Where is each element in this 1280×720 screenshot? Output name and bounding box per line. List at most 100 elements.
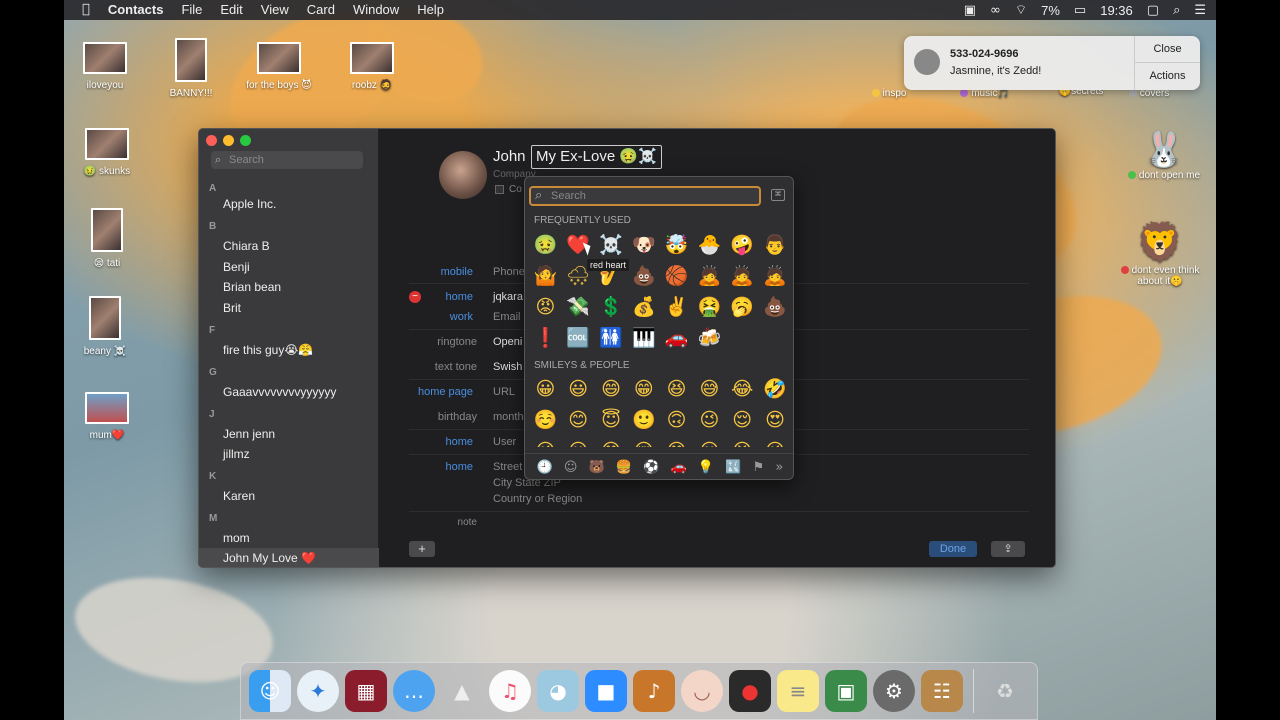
preview-icon[interactable]: ▣ (825, 670, 867, 712)
emoji-cell[interactable]: 😂 (726, 373, 759, 404)
emoji-cell[interactable]: 🙂 (627, 404, 660, 435)
emoji-cell[interactable]: 😗 (562, 435, 595, 448)
safari-icon[interactable]: ✦ (297, 670, 339, 712)
garageband-icon[interactable]: ♪ (633, 670, 675, 712)
share-button[interactable]: ⇪ (991, 541, 1025, 557)
menu-edit[interactable]: Edit (211, 0, 251, 20)
wifi-icon[interactable]: ⌔ (1015, 2, 1027, 18)
field-label-home-address[interactable]: home (373, 461, 473, 473)
contact-item[interactable]: Brit (223, 301, 241, 315)
contact-item[interactable]: Benji (223, 260, 250, 274)
emoji-cell[interactable]: ✌️ (660, 291, 693, 322)
emoji-cell[interactable]: 😋 (660, 435, 693, 448)
emoji-category-tab[interactable]: 🔣 (725, 460, 741, 475)
emoji-cell[interactable]: 😛 (693, 435, 726, 448)
contact-item[interactable]: Gaaavvvvvvvvyyyyyy (223, 385, 336, 399)
emoji-search-input[interactable]: ⌕ Search (529, 186, 761, 206)
desktop-item-for-the-boys[interactable]: for the boys 😈 (234, 42, 324, 91)
contact-item[interactable]: Karen (223, 489, 255, 503)
desktop-item-roobz[interactable]: roobz 🧔 (327, 42, 417, 91)
emoji-cell[interactable]: 🚻 (595, 322, 628, 353)
field-value-phone[interactable]: Phone (493, 266, 525, 278)
battery-icon[interactable]: ▭ (1074, 3, 1086, 18)
emoji-cell[interactable]: 😘 (529, 435, 562, 448)
emoji-cell[interactable]: 🙇 (759, 260, 792, 291)
contact-item[interactable]: mom (223, 531, 250, 545)
desktop-item-banny[interactable]: BANNY!!! (146, 38, 236, 99)
menu-file[interactable]: File (172, 0, 211, 20)
desktop-item-dont-open-me[interactable]: 🐰 dont open me (1114, 130, 1214, 181)
notification-actions-button[interactable]: Actions (1135, 63, 1200, 90)
notification-center-icon[interactable]: ☰ (1194, 3, 1206, 18)
emoji-cell[interactable]: 🆒 (562, 322, 595, 353)
emoji-cell[interactable]: 🚗 (660, 322, 693, 353)
done-button[interactable]: Done (929, 541, 977, 557)
field-label-home-user[interactable]: home (373, 436, 473, 448)
notification-close-button[interactable]: Close (1135, 36, 1200, 63)
contact-item[interactable]: Jenn jenn (223, 427, 275, 441)
trash-icon[interactable]: ♻ (984, 670, 1026, 712)
add-field-button[interactable]: + (409, 541, 435, 557)
emoji-cell[interactable]: 😅 (693, 373, 726, 404)
field-label-mobile[interactable]: mobile (373, 266, 473, 278)
emoji-cell[interactable]: 🙃 (660, 404, 693, 435)
emoji-cell[interactable]: 👨 (759, 229, 792, 260)
menu-card[interactable]: Card (298, 0, 344, 20)
photo-app-icon[interactable]: ● (729, 670, 771, 712)
stickies-icon[interactable]: ≡ (777, 670, 819, 712)
desktop-item-beany[interactable]: beany ☠️ (64, 296, 150, 357)
emoji-category-tab[interactable]: 🍔 (616, 460, 632, 475)
contact-item[interactable]: Apple Inc. (223, 197, 276, 211)
field-value-country[interactable]: Country or Region (493, 493, 582, 505)
emoji-cell[interactable]: 💩 (759, 291, 792, 322)
field-value-street[interactable]: Street (493, 461, 522, 473)
creative-cloud-icon[interactable]: ∞ (990, 3, 1001, 18)
emoji-cell[interactable]: ☺️ (529, 404, 562, 435)
desktop-item-tati[interactable]: 😪 tati (64, 208, 152, 269)
field-value-ringtone[interactable]: Openi (493, 336, 522, 348)
contact-item[interactable]: Brian bean (223, 280, 281, 294)
notification-banner[interactable]: 533-024-9696 Jasmine, it's Zedd! Close A… (904, 36, 1200, 90)
music-icon[interactable]: ♫ (489, 670, 531, 712)
emoji-cell[interactable]: 😚 (627, 435, 660, 448)
emoji-cell[interactable]: 🥱 (726, 291, 759, 322)
field-value-url[interactable]: URL (493, 386, 515, 398)
emoji-cell[interactable]: ❗ (529, 322, 562, 353)
emoji-category-tab[interactable]: 🐻 (589, 460, 605, 475)
contact-item[interactable]: jillmz (223, 447, 250, 461)
emoji-cell[interactable]: 😊 (562, 404, 595, 435)
minimize-window-button[interactable] (223, 135, 234, 146)
emoji-cell[interactable]: 🤷 (529, 260, 562, 291)
contacts-search-input[interactable]: ⌕ Search (211, 151, 363, 169)
contact-item[interactable]: fire this guy😭😤 (223, 343, 313, 357)
emoji-cell[interactable]: 😝 (726, 435, 759, 448)
emoji-cell[interactable]: 🎹 (627, 322, 660, 353)
emoji-category-tab[interactable]: » (775, 460, 783, 475)
field-label-home-email[interactable]: home (373, 291, 473, 303)
seal-app-icon[interactable]: ◕ (537, 670, 579, 712)
field-value-email[interactable]: jqkara (493, 291, 523, 303)
emoji-cell[interactable]: 😇 (595, 404, 628, 435)
contact-item[interactable]: Chiara B (223, 239, 270, 253)
emoji-cell[interactable]: 🤮 (693, 291, 726, 322)
emoji-cell[interactable]: 💸 (562, 291, 595, 322)
emoji-cell[interactable]: 💲 (595, 291, 628, 322)
finder-icon[interactable]: ☺ (249, 670, 291, 712)
field-value-user[interactable]: User (493, 436, 516, 448)
emoji-category-tab[interactable]: 💡 (698, 460, 714, 475)
emoji-cell[interactable]: 🤢 (529, 229, 562, 260)
close-window-button[interactable] (206, 135, 217, 146)
emoji-cell[interactable]: 😆 (660, 373, 693, 404)
photo-booth-icon[interactable]: ▦ (345, 670, 387, 712)
emoji-cell[interactable]: 🤣 (759, 373, 792, 404)
emoji-cell[interactable]: 😙 (595, 435, 628, 448)
field-label-home-page[interactable]: home page (373, 386, 473, 398)
emoji-cell[interactable]: 😃 (562, 373, 595, 404)
emoji-cell[interactable]: 🤯 (660, 229, 693, 260)
emoji-cell[interactable]: ☠️ (595, 229, 628, 260)
desktop-item-dont-even-think[interactable]: 🦁 dont even think about it🤫 (1110, 220, 1210, 287)
emoji-cell[interactable]: 🙇 (726, 260, 759, 291)
emoji-cell[interactable]: 😀 (529, 373, 562, 404)
field-label-work[interactable]: work (373, 311, 473, 323)
user-icon[interactable]: ▢ (1147, 3, 1159, 18)
